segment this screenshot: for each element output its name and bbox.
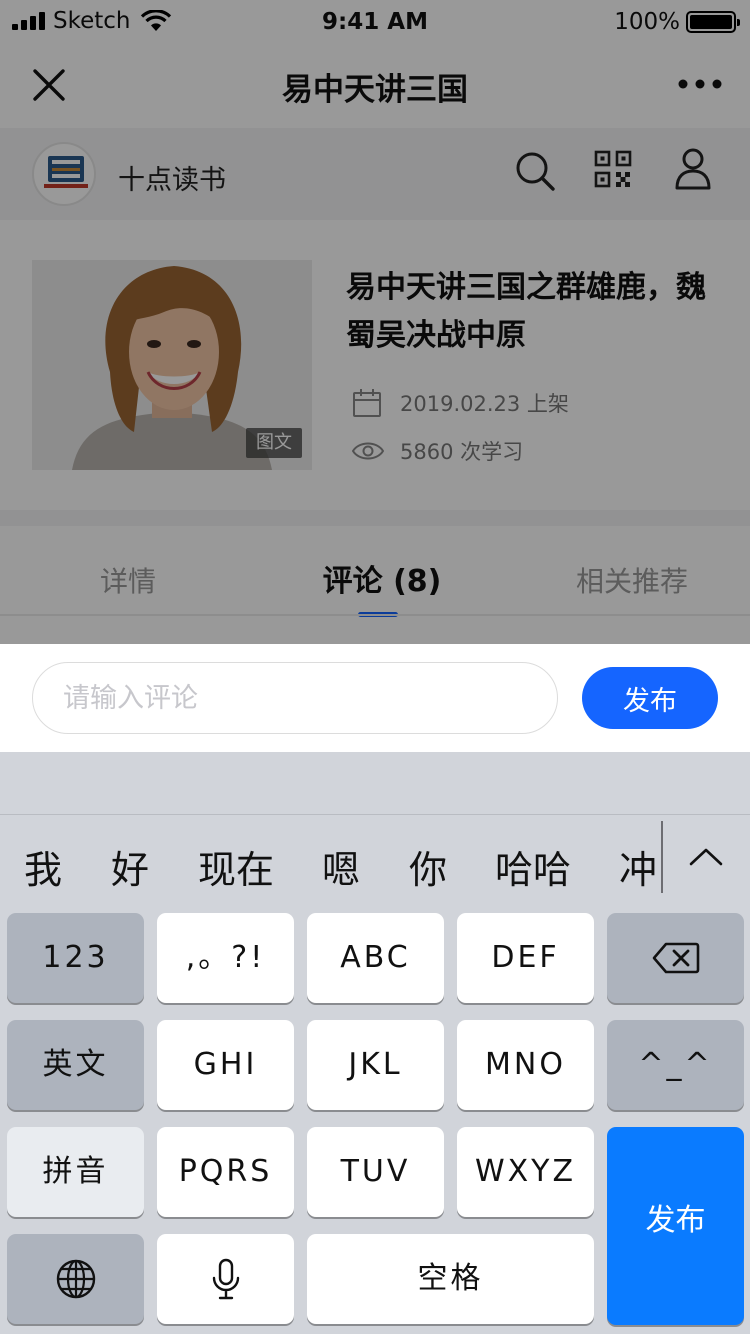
candidate-word[interactable]: 冲 (619, 839, 657, 894)
candidate-divider (661, 821, 663, 893)
candidate-word[interactable]: 好 (111, 839, 149, 894)
key-microphone[interactable] (157, 1234, 294, 1324)
candidate-bar: 我 好 现在 嗯 你 哈哈 冲 (0, 814, 750, 914)
candidate-word[interactable]: 我 (24, 839, 62, 894)
candidate-word[interactable]: 现在 (198, 839, 274, 894)
candidate-word[interactable]: 哈哈 (495, 839, 571, 894)
key-abc[interactable]: ABC (307, 913, 444, 1003)
key-pinyin[interactable]: 拼音 (7, 1127, 144, 1217)
globe-icon (56, 1259, 95, 1299)
candidate-word[interactable]: 嗯 (322, 839, 360, 894)
article-page: Sketch 9:41 AM 100% 易中天讲三国 十点读书 图文 易中天讲三… (0, 0, 750, 644)
key-tuv[interactable]: TUV (307, 1127, 444, 1217)
key-delete[interactable] (607, 913, 744, 1003)
key-english[interactable]: 英文 (7, 1020, 144, 1110)
modal-overlay[interactable] (0, 0, 750, 644)
comment-composer: 发布 (0, 644, 750, 752)
key-jkl[interactable]: JKL (307, 1020, 444, 1110)
key-emoticon[interactable]: ^_^ (607, 1020, 744, 1110)
candidate-word[interactable]: 你 (409, 839, 447, 894)
key-punctuation[interactable]: ,。?! (157, 913, 294, 1003)
key-123[interactable]: 123 (7, 913, 144, 1003)
key-globe[interactable] (7, 1234, 144, 1324)
key-ghi[interactable]: GHI (157, 1020, 294, 1110)
key-pqrs[interactable]: PQRS (157, 1127, 294, 1217)
key-send[interactable]: 发布 (607, 1127, 744, 1325)
key-def[interactable]: DEF (457, 913, 594, 1003)
key-mno[interactable]: MNO (457, 1020, 594, 1110)
chevron-up-icon[interactable] (688, 845, 724, 869)
key-space[interactable]: 空格 (307, 1234, 594, 1324)
keyboard: 我 好 现在 嗯 你 哈哈 冲 123 ,。?! ABC DEF 英文 GHI … (0, 752, 750, 1334)
delete-icon (652, 942, 699, 974)
microphone-icon (212, 1258, 239, 1300)
publish-button[interactable]: 发布 (582, 667, 718, 729)
key-wxyz[interactable]: WXYZ (457, 1127, 594, 1217)
comment-input[interactable] (32, 662, 558, 734)
